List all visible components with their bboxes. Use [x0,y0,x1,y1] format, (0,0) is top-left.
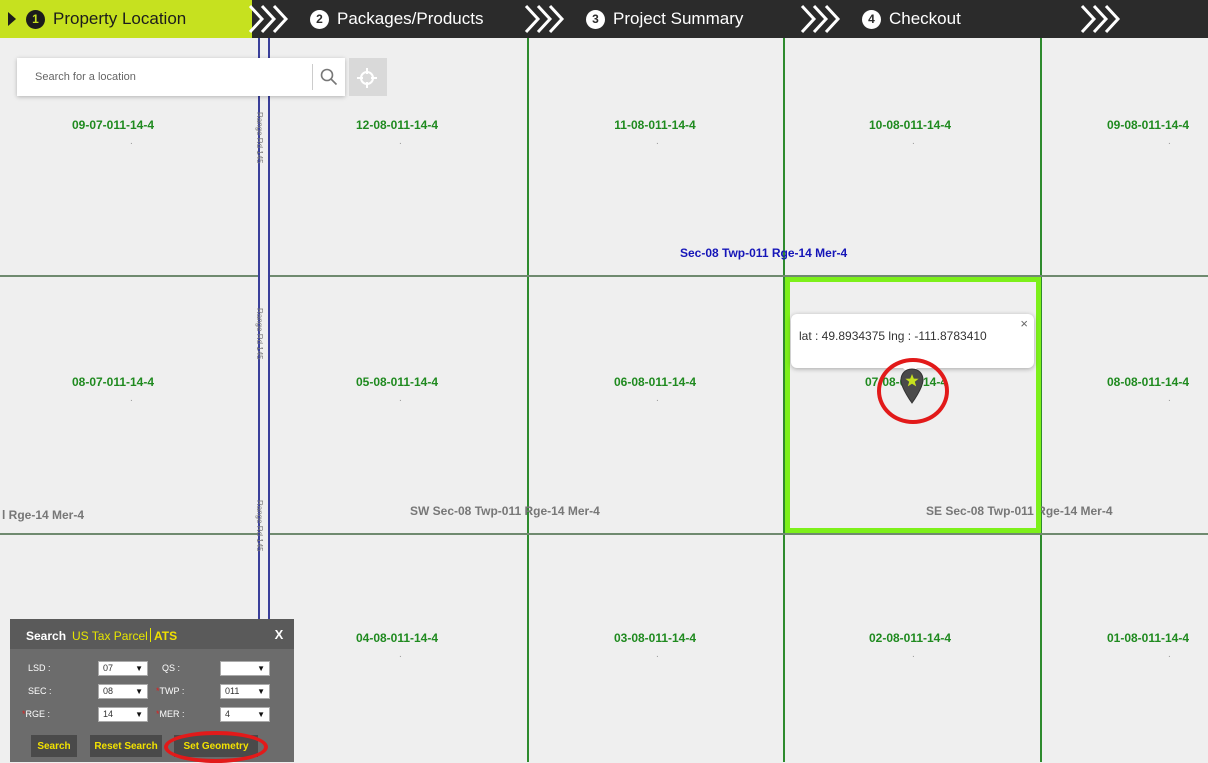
twp-select[interactable]: 011 ▼ [220,684,270,699]
location-search-box [17,58,345,96]
step-number: 1 [26,9,45,29]
panel-title: Search [26,629,67,643]
parcel-label: 10-08-011-14-4 [868,118,952,132]
panel-header: Search US Tax Parcel ATS X [10,619,294,649]
step-number: 3 [586,9,605,29]
parcel-label: 06-08-011-14-4 [613,375,697,389]
parcel-label: 05-08-011-14-4 [355,375,439,389]
parcel-dot: . [399,649,402,660]
dropdown-arrow-icon: ▼ [257,710,265,719]
parcel-dot: . [1168,136,1171,147]
dropdown-arrow-icon: ▼ [135,710,143,719]
parcel-label: 11-08-011-14-4 [614,118,696,132]
twp-value: 011 [225,686,240,696]
step-number: 4 [862,9,881,29]
dropdown-arrow-icon: ▼ [135,687,143,696]
parcel-label: 08-07-011-14-4 [71,375,155,389]
popup-close-button[interactable]: × [1020,316,1028,331]
chevron-double-icon [524,4,568,34]
annotation-circle [877,358,949,424]
parcel-label: 01-08-011-14-4 [1106,631,1190,645]
parcel-label: 09-07-011-14-4 [71,118,155,132]
mer-label: *MER : [156,709,185,719]
parcel-label: 02-08-011-14-4 [868,631,952,645]
step-label: Property Location [53,9,187,28]
parcel-dot: . [130,136,133,147]
step-checkout[interactable]: 4 Checkout [862,0,961,38]
parcel-dot: . [1168,649,1171,660]
dropdown-arrow-icon: ▼ [257,687,265,696]
sec-select[interactable]: 08 ▼ [98,684,148,699]
lsd-value: 07 [103,663,114,673]
quarter-label: SW Sec-08 Twp-011 Rge-14 Mer-4 [410,504,600,518]
tab-us-tax-parcel[interactable]: US Tax Parcel [72,629,148,643]
dropdown-arrow-icon: ▼ [135,664,143,673]
qs-select[interactable]: ▼ [220,661,270,676]
parcel-dot: . [656,393,659,404]
panel-close-button[interactable]: X [270,627,288,643]
lsd-label: LSD : [28,663,51,673]
search-button[interactable] [313,58,345,96]
step-label: Packages/Products [337,9,484,28]
step-project-summary[interactable]: 3 Project Summary [586,0,743,38]
step-label: Project Summary [613,9,744,28]
step-packages-products[interactable]: 2 Packages/Products [310,0,483,38]
rge-label-text: RGE : [25,709,51,719]
mer-label-text: MER : [159,709,185,719]
parcel-dot: . [656,136,659,147]
dropdown-arrow-icon: ▼ [257,664,265,673]
step-arrow-icon [8,12,16,26]
parcel-label: 09-08-011-14-4 [1106,118,1190,132]
parcel-dot: . [912,136,915,147]
rge-label: *RGE : [22,709,50,719]
tab-ats[interactable]: ATS [154,629,177,643]
lsd-select[interactable]: 07 ▼ [98,661,148,676]
parcel-dot: . [912,649,915,660]
search-input[interactable] [17,70,299,84]
annotation-ellipse [164,731,268,763]
reset-search-button[interactable]: Reset Search [90,735,162,757]
crosshair-locate-icon [357,68,377,88]
parcel-dot: . [130,393,133,404]
parcel-dot: . [1168,393,1171,404]
parcel-label: 04-08-011-14-4 [355,631,439,645]
rge-select[interactable]: 14 ▼ [98,707,148,722]
rge-value: 14 [103,709,114,719]
parcel-label: 03-08-011-14-4 [613,631,697,645]
locate-button[interactable] [349,58,387,96]
parcel-label: 12-08-011-14-4 [355,118,439,132]
tab-divider [150,628,151,642]
step-label: Checkout [889,9,961,28]
chevron-double-icon [1080,4,1124,34]
twp-label-text: TWP : [159,686,185,696]
qs-label: QS : [162,663,181,673]
mer-value: 4 [225,709,231,719]
chevron-double-icon [248,4,292,34]
parcel-dot: . [399,136,402,147]
road-label: Range Rd 145 [255,112,264,164]
grid-line [527,38,529,762]
grid-line [0,533,1208,535]
coordinate-text: lat : 49.8934375 lng : -111.8783410 [799,329,987,343]
sec-value: 08 [103,686,114,696]
sec-label: SEC : [28,686,52,696]
parcel-dot: . [399,393,402,404]
step-property-location[interactable]: 1 Property Location [0,0,252,38]
chevron-double-icon [800,4,844,34]
search-submit-button[interactable]: Search [31,735,77,757]
quarter-label: l Rge-14 Mer-4 [2,508,85,522]
mer-select[interactable]: 4 ▼ [220,707,270,722]
parcel-label: 08-08-011-14-4 [1106,375,1190,389]
twp-label: *TWP : [156,686,184,696]
section-label: Sec-08 Twp-011 Rge-14 Mer-4 [680,246,848,260]
checkout-stepper: 1 Property Location 2 Packages/Products … [0,0,1208,38]
road-label: Range Rd 145 [255,308,264,360]
road-label: Range Rd 145 [255,500,264,552]
step-number: 2 [310,9,329,29]
parcel-dot: . [656,649,659,660]
search-icon [320,68,338,86]
